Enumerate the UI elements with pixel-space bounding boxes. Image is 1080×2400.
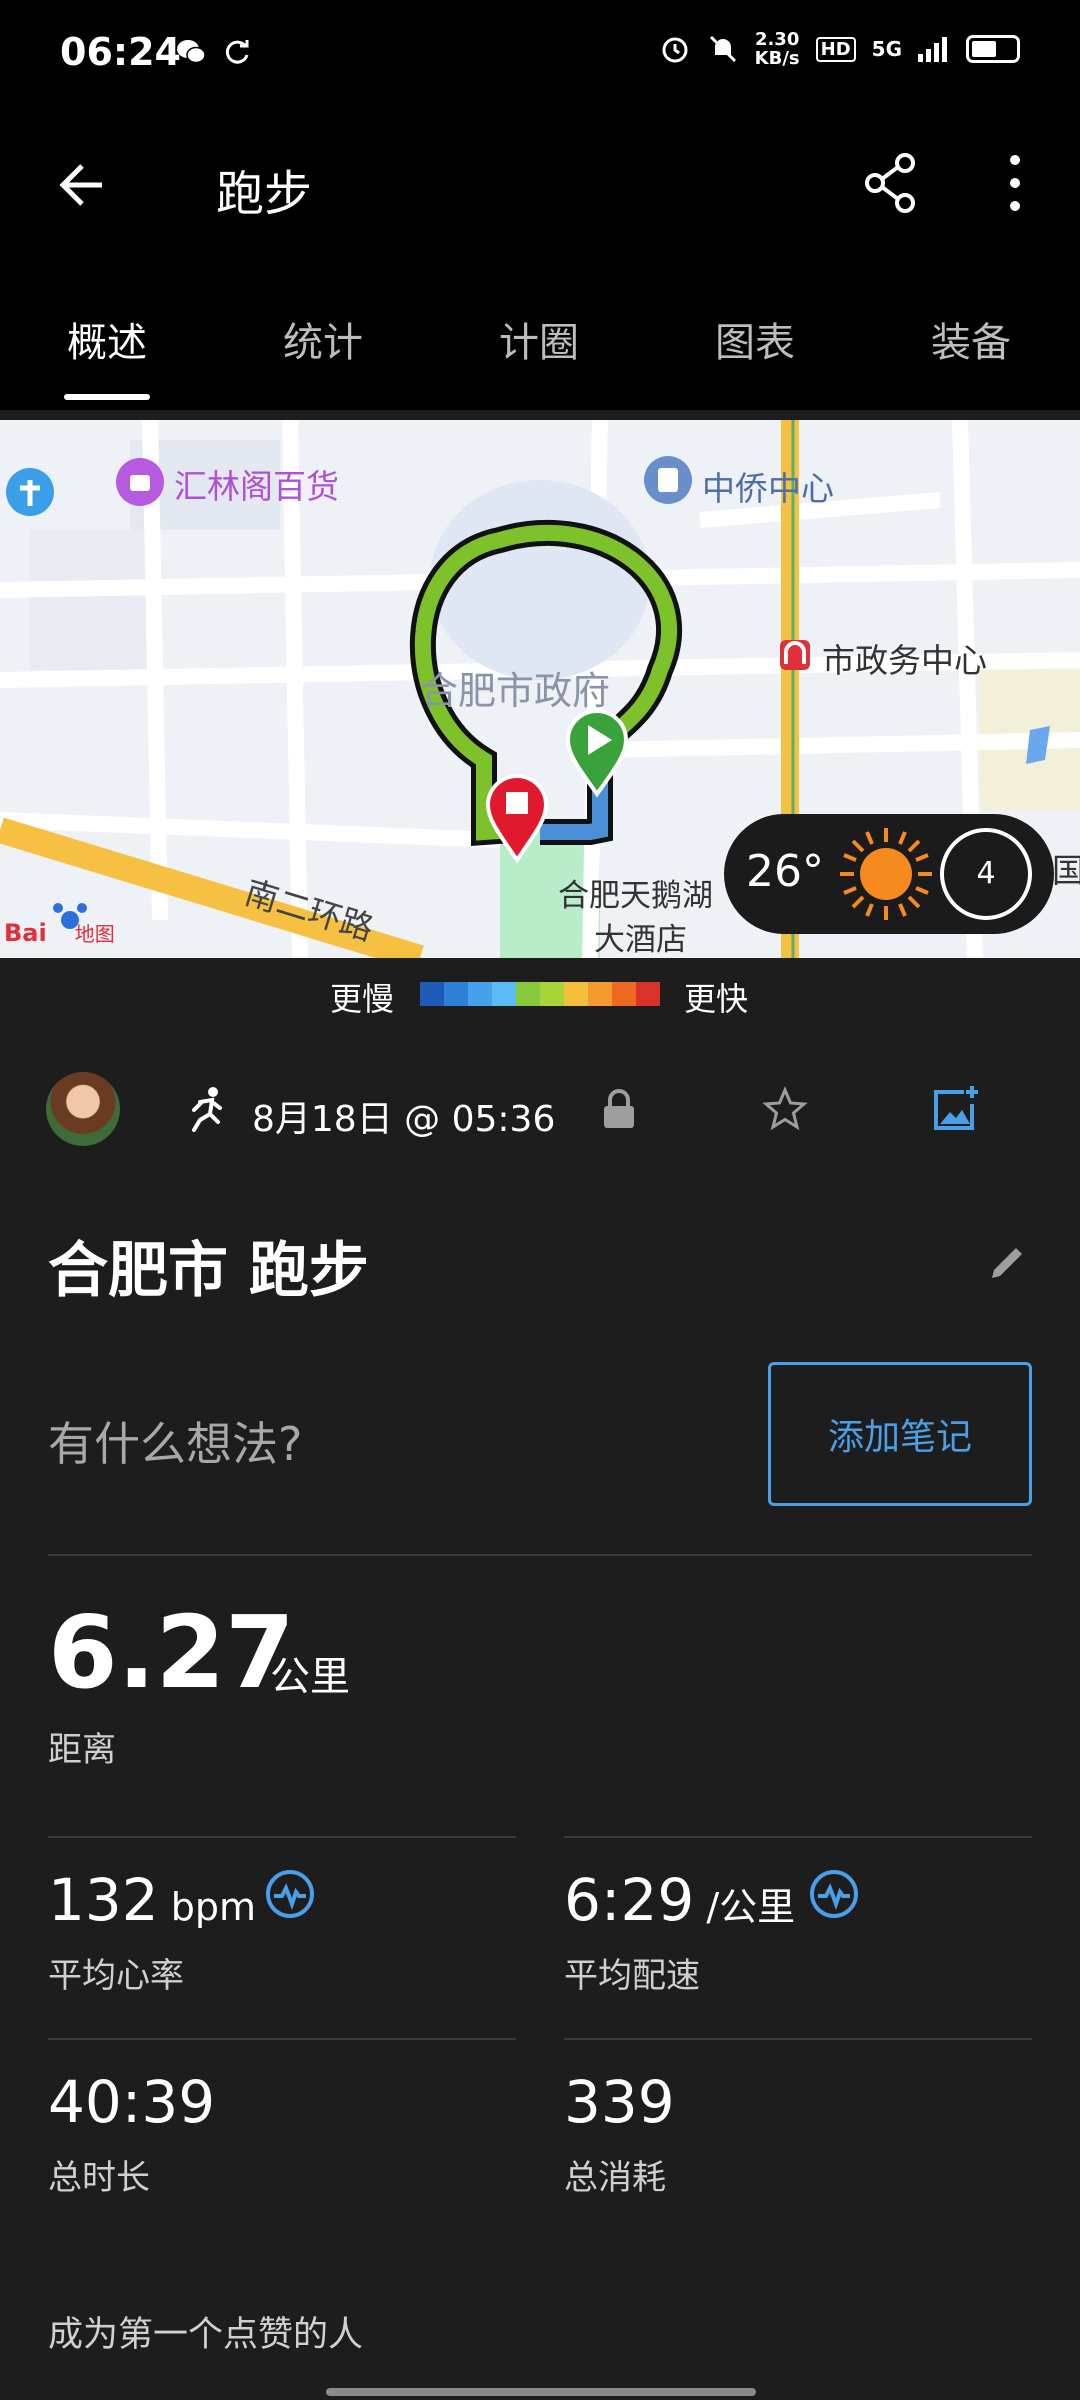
battery-icon [966, 35, 1020, 63]
pace-chart-icon[interactable] [808, 1868, 860, 1920]
heart-rate-stat: 132 bpm [48, 1866, 256, 1934]
map-label-hotel-2: 大酒店 [594, 922, 687, 958]
hd-badge: HD [815, 36, 856, 62]
map-label-govt-center: 市政务中心 [822, 641, 987, 680]
route-map[interactable]: 汇林阁百货 中侨中心 市政务中心 合肥市政府 合肥天鹅湖 大酒店 南二环路 国 … [0, 420, 1080, 958]
tab-overview[interactable]: 概述 [32, 310, 182, 400]
duration-label: 总时长 [48, 2158, 150, 2198]
legend-color-segment [492, 982, 516, 1006]
signal-icon [918, 37, 947, 62]
more-options-icon[interactable] [990, 148, 1040, 218]
legend-color-segment [468, 982, 492, 1006]
legend-color-segment [564, 982, 588, 1006]
divider [48, 1554, 1032, 1556]
tab-gear[interactable]: 装备 [896, 310, 1046, 400]
divider [48, 2038, 516, 2040]
network-type: 5G [871, 37, 902, 61]
status-bar: 06:24 2.30 KB/s HD 5G [0, 0, 1080, 110]
legend-color-segment [540, 982, 564, 1006]
legend-fast-label: 更快 [684, 980, 749, 1018]
divider [564, 1836, 1032, 1838]
wechat-icon [177, 40, 206, 64]
share-icon[interactable] [855, 148, 925, 218]
tab-laps[interactable]: 计圈 [464, 310, 614, 400]
pace-unit: /公里 [694, 1885, 796, 1929]
add-note-button[interactable]: 添加笔记 [768, 1362, 1032, 1506]
legend-color-bar [420, 982, 660, 1006]
star-icon[interactable] [762, 1086, 808, 1132]
edit-pencil-icon[interactable] [984, 1240, 1030, 1286]
distance-label: 距离 [48, 1730, 116, 1770]
app-bar: 跑步 [0, 110, 1080, 290]
distance-value: 6.27 [48, 1594, 295, 1711]
legend-color-segment [420, 982, 444, 1006]
network-speed: 2.30 [754, 29, 800, 50]
weather-indicator: 4 [940, 828, 1032, 920]
activity-date: 8月18日 @ 05:36 [252, 1099, 556, 1140]
back-arrow-icon[interactable] [50, 150, 120, 220]
pace-stat: 6:29 /公里 [564, 1866, 795, 1934]
sun-icon [840, 828, 932, 920]
tab-charts[interactable]: 图表 [680, 310, 830, 400]
legend-slow-label: 更慢 [330, 980, 395, 1018]
calories-value: 339 [564, 2068, 675, 2136]
tab-stats[interactable]: 统计 [248, 310, 398, 400]
pace-legend: 更慢 更快 [0, 958, 1080, 1028]
heart-rate-value: 132 [48, 1866, 159, 1934]
like-prompt[interactable]: 成为第一个点赞的人 [48, 2306, 363, 2357]
map-label-hotel-1: 合肥天鹅湖 [558, 878, 713, 914]
pace-value: 6:29 [564, 1866, 695, 1934]
map-label-city-govt: 合肥市政府 [420, 669, 611, 713]
activity-title: 合肥市 跑步 [48, 1236, 369, 1306]
avatar[interactable] [46, 1072, 120, 1146]
add-photo-icon[interactable] [930, 1084, 980, 1134]
pace-label: 平均配速 [564, 1956, 700, 1996]
legend-color-segment [612, 982, 636, 1006]
legend-color-segment [636, 982, 660, 1006]
status-time: 06:24 [60, 30, 181, 74]
map-label-center: 中侨中心 [702, 469, 834, 508]
heart-rate-label: 平均心率 [48, 1956, 184, 1996]
duration-value: 40:39 [48, 2068, 216, 2136]
network-speed-unit: KB/s [754, 48, 800, 69]
weather-temperature: 26° [746, 846, 824, 897]
notes-prompt[interactable]: 有什么想法? [48, 1408, 302, 1474]
weather-widget: 26° 4 [724, 814, 1054, 934]
map-label-mall: 汇林阁百货 [174, 467, 339, 506]
page-title: 跑步 [216, 166, 313, 222]
heart-rate-unit: bpm [158, 1885, 257, 1929]
baidu-map-logo: Bai 地图 [4, 918, 115, 947]
tab-bar: 概述 统计 计圈 图表 装备 [0, 290, 1080, 410]
sync-icon [225, 40, 249, 64]
divider [48, 1836, 516, 1838]
legend-color-segment [588, 982, 612, 1006]
legend-color-segment [516, 982, 540, 1006]
home-indicator[interactable] [326, 2388, 756, 2396]
map-label-partial: 国 [1052, 851, 1080, 890]
legend-color-segment [444, 982, 468, 1006]
calories-label: 总消耗 [564, 2158, 666, 2198]
baidu-logo-text: Bai [4, 919, 47, 947]
heart-rate-chart-icon[interactable] [264, 1868, 316, 1920]
baidu-logo-suffix: 地图 [74, 922, 115, 946]
distance-unit: 公里 [270, 1654, 350, 1700]
divider [564, 2038, 1032, 2040]
lock-icon[interactable] [598, 1088, 640, 1130]
running-icon [192, 1087, 222, 1132]
mute-icon [709, 35, 736, 63]
alarm-icon [662, 37, 688, 63]
